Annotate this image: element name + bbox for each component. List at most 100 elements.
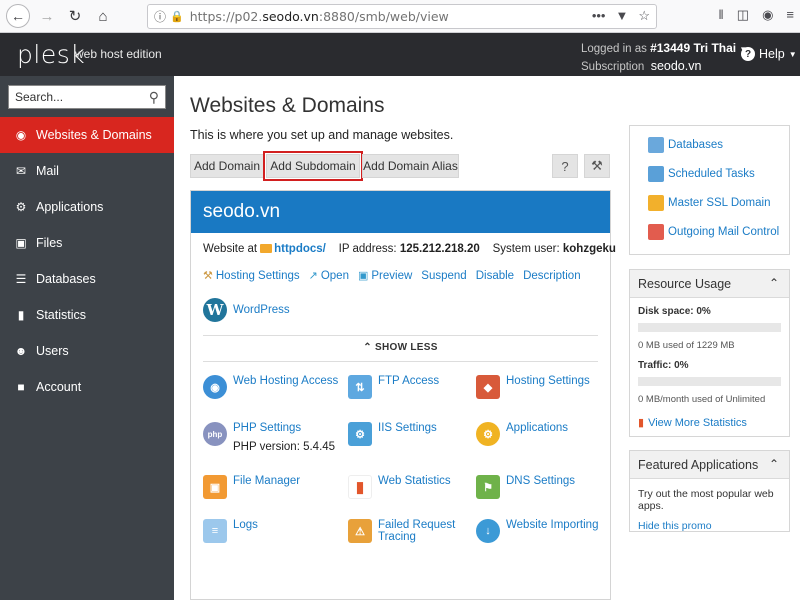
- calendar-icon: [648, 165, 664, 182]
- disk-space-bar: [638, 323, 781, 332]
- address-bar[interactable]: ⓘ 🔒 https://p02.seodo.vn:8880/smb/web/vi…: [147, 4, 657, 29]
- sidebar-item-applications[interactable]: ⚙ Applications: [0, 189, 174, 225]
- open-link[interactable]: ↗ Open: [308, 269, 349, 283]
- hide-promo-link[interactable]: Hide this promo: [638, 520, 789, 532]
- divider: [203, 361, 598, 362]
- ftp-access-item[interactable]: ⇅ FTP Access: [348, 375, 488, 399]
- suspend-link[interactable]: Suspend: [421, 269, 466, 282]
- web-hosting-access-item[interactable]: ◉ Web Hosting Access: [203, 375, 343, 399]
- menu-icon[interactable]: ≡: [786, 7, 794, 23]
- back-button[interactable]: ←: [6, 4, 30, 28]
- preview-link[interactable]: ▣ Preview: [358, 269, 412, 283]
- home-icon[interactable]: ⌂: [92, 5, 114, 27]
- disable-link[interactable]: Disable: [476, 269, 514, 282]
- sidebar-item-users[interactable]: ☻ Users: [0, 333, 174, 369]
- scheduled-tasks-link[interactable]: Scheduled Tasks: [648, 165, 789, 182]
- url-text[interactable]: https://p02.seodo.vn:8880/smb/web/view: [190, 9, 449, 24]
- resource-usage-header[interactable]: Resource Usage ⌃: [630, 270, 789, 298]
- sidebar-nav: ◉ Websites & Domains ✉ Mail ⚙ Applicatio…: [0, 117, 174, 405]
- wordpress-item[interactable]: W WordPress: [203, 298, 290, 322]
- lock-icon[interactable]: 🔒: [170, 10, 184, 23]
- website-importing-item[interactable]: ↓ Website Importing: [476, 519, 616, 543]
- log-icon: ≡: [203, 519, 227, 543]
- page-actions-icon[interactable]: •••: [592, 8, 606, 24]
- bar-chart-icon: ▮: [638, 417, 645, 429]
- chevron-up-icon[interactable]: ⌃: [769, 457, 779, 471]
- applications-item[interactable]: ⚙ Applications: [476, 422, 616, 446]
- trace-icon: ⚠: [348, 519, 372, 543]
- iis-settings-item[interactable]: ⚙ IIS Settings: [348, 422, 488, 446]
- hosting-settings-link[interactable]: ⚒ Hosting Settings: [203, 269, 300, 283]
- add-domain-alias-button[interactable]: Add Domain Alias: [362, 154, 459, 178]
- extension-icon[interactable]: ◉: [762, 7, 773, 23]
- open-icon: ↗: [308, 270, 318, 282]
- sidebar-item-files[interactable]: ▣ Files: [0, 225, 174, 261]
- add-subdomain-button[interactable]: Add Subdomain: [263, 151, 363, 181]
- traffic-note: 0 MB/month used of Unlimited: [638, 394, 766, 405]
- search-input[interactable]: Search... ⚲: [8, 85, 166, 109]
- forward-button[interactable]: →: [36, 5, 58, 27]
- help-menu[interactable]: ? Help ▼: [741, 47, 797, 61]
- failed-request-tracing-item[interactable]: ⚠ Failed Request Tracing: [348, 519, 488, 543]
- help-button[interactable]: ?: [552, 154, 578, 178]
- mail-icon: [648, 223, 664, 240]
- folder-icon: ▣: [203, 475, 227, 499]
- resource-usage-panel: Resource Usage ⌃ Disk space: 0% 0 MB used…: [629, 269, 790, 437]
- sidebar-item-mail[interactable]: ✉ Mail: [0, 153, 174, 189]
- user-menu[interactable]: #13449 Tri Thai: [650, 41, 736, 55]
- databases-link[interactable]: Databases: [648, 136, 789, 153]
- bar-chart-icon: ▮: [17, 308, 25, 322]
- search-icon[interactable]: ⚲: [149, 89, 159, 106]
- tools-icon: ⚒: [203, 270, 213, 282]
- file-manager-item[interactable]: ▣ File Manager: [203, 475, 343, 499]
- account-icon: ■: [17, 380, 25, 394]
- ftp-icon: ⇅: [348, 375, 372, 399]
- divider: [203, 335, 598, 336]
- database-icon: [648, 136, 664, 153]
- sidebar: Search... ⚲ ◉ Websites & Domains ✉ Mail …: [0, 76, 174, 600]
- logs-item[interactable]: ≡ Logs: [203, 519, 343, 543]
- description-link[interactable]: Description: [523, 269, 581, 282]
- flag-icon: ⚑: [476, 475, 500, 499]
- chevron-up-icon[interactable]: ⌃: [769, 276, 779, 290]
- featured-apps-header[interactable]: Featured Applications ⌃: [630, 451, 789, 479]
- view-more-statistics-link[interactable]: ▮ View More Statistics: [638, 414, 789, 431]
- database-icon: ☰: [15, 272, 27, 286]
- docroot-link[interactable]: httpdocs/: [274, 243, 326, 255]
- mail-icon: ✉: [15, 164, 27, 178]
- featured-text: Try out the most popular web apps.: [638, 488, 774, 512]
- traffic-bar: [638, 377, 781, 386]
- folder-icon: ▣: [15, 236, 27, 250]
- domain-card: seodo.vn Website at httpdocs/ IP address:…: [190, 190, 616, 600]
- php-settings-item[interactable]: php PHP Settings PHP version: 5.4.45: [203, 422, 348, 453]
- hosting-settings-item[interactable]: ◆ Hosting Settings: [476, 375, 616, 399]
- dns-settings-item[interactable]: ⚑ DNS Settings: [476, 475, 616, 499]
- sidebar-item-account[interactable]: ■ Account: [0, 369, 174, 405]
- domain-name[interactable]: seodo.vn: [191, 191, 610, 233]
- featured-apps-panel: Featured Applications ⌃ Try out the most …: [629, 450, 790, 532]
- domain-actions: ⚒ Hosting Settings ↗ Open ▣ Preview Suspend…: [203, 269, 581, 283]
- edition-label: web host edition: [75, 47, 162, 61]
- reload-button[interactable]: ↻: [64, 5, 86, 27]
- sidebar-icon[interactable]: ◫: [737, 7, 749, 23]
- sidebar-item-statistics[interactable]: ▮ Statistics: [0, 297, 174, 333]
- help-icon: ?: [741, 47, 755, 61]
- wrench-icon[interactable]: ⚒: [584, 154, 610, 178]
- wordpress-icon: W: [203, 298, 227, 322]
- web-statistics-item[interactable]: ▮ Web Statistics: [348, 475, 488, 499]
- bookmark-star-icon[interactable]: ☆: [638, 8, 650, 24]
- outgoing-mail-link[interactable]: Outgoing Mail Control: [648, 223, 789, 240]
- master-ssl-link[interactable]: Master SSL Domain: [648, 194, 789, 211]
- add-domain-button[interactable]: Add Domain: [190, 154, 264, 178]
- sidebar-item-databases[interactable]: ☰ Databases: [0, 261, 174, 297]
- sidebar-item-websites-domains[interactable]: ◉ Websites & Domains: [0, 117, 174, 153]
- show-less-toggle[interactable]: ⌃ SHOW LESS: [191, 342, 610, 353]
- traffic-label: Traffic: 0%: [638, 360, 689, 371]
- shield-icon: ◆: [476, 375, 500, 399]
- subscription-value[interactable]: seodo.vn: [651, 59, 702, 73]
- pocket-icon[interactable]: ▼: [615, 8, 628, 24]
- library-icon[interactable]: ‖: [718, 7, 723, 23]
- info-icon[interactable]: ⓘ: [154, 8, 166, 25]
- page-title: Websites & Domains: [190, 94, 385, 117]
- login-info: Logged in as #13449 Tri Thai ▼ Subscript…: [581, 40, 747, 75]
